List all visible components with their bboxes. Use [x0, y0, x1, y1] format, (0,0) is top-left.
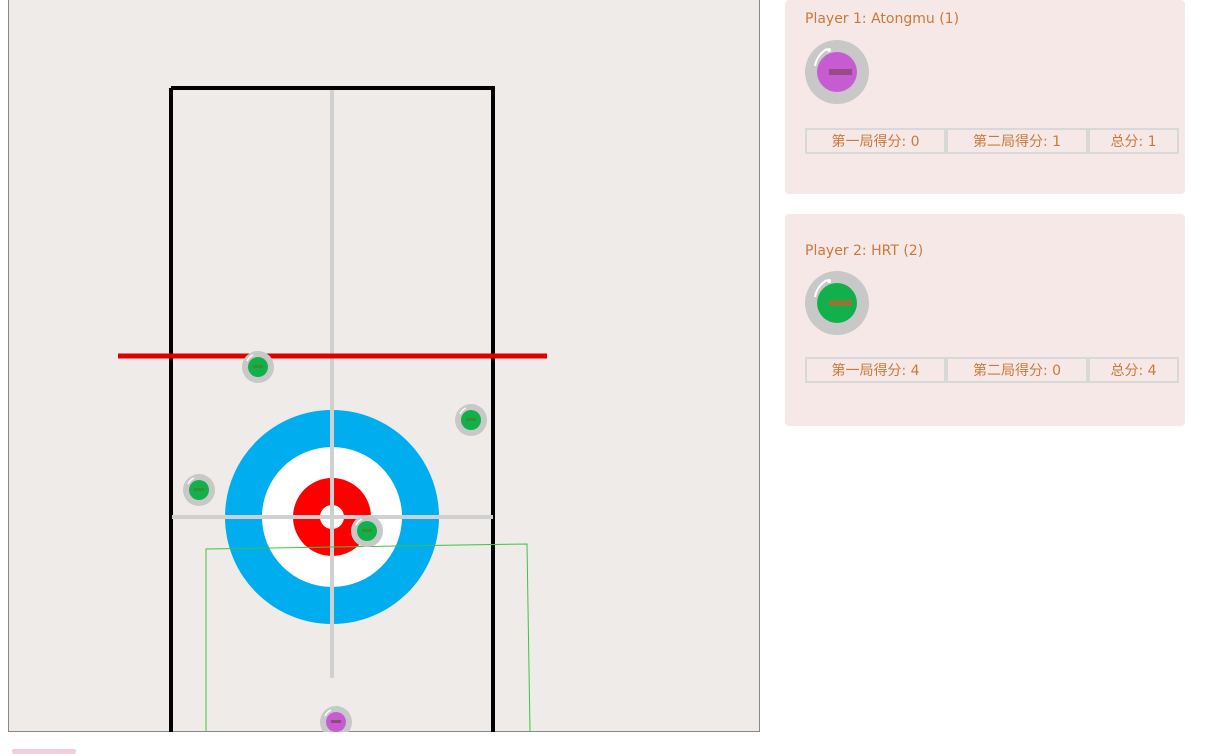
- curling-stone-green: [183, 474, 215, 506]
- round-2-score: 第二局得分: 0: [946, 357, 1088, 383]
- bottom-pink-tab[interactable]: [12, 749, 76, 754]
- player-2-scores: 第一局得分: 4 第二局得分: 0 总分: 4: [805, 357, 1179, 383]
- player-2-name: Player 2: HRT (2): [805, 243, 924, 259]
- curling-sheet[interactable]: [8, 0, 760, 732]
- round-1-score: 第一局得分: 0: [805, 128, 946, 154]
- total-score: 总分: 4: [1088, 357, 1179, 383]
- curling-stone-green-icon: [805, 271, 869, 335]
- total-score: 总分: 1: [1088, 128, 1179, 154]
- player-1-name: Player 1: Atongmu (1): [805, 11, 960, 27]
- curling-stone-purple: [320, 706, 352, 732]
- player-1-scores: 第一局得分: 0 第二局得分: 1 总分: 1: [805, 128, 1179, 154]
- round-2-score: 第二局得分: 1: [946, 128, 1088, 154]
- player-1-panel: Player 1: Atongmu (1) 第一局得分: 0 第二局得分: 1 …: [785, 0, 1185, 194]
- sheet-drawing: [118, 86, 547, 732]
- player-2-panel: Player 2: HRT (2) 第一局得分: 4 第二局得分: 0 总分: …: [785, 214, 1185, 426]
- curling-stone-green: [351, 515, 383, 547]
- round-1-score: 第一局得分: 4: [805, 357, 946, 383]
- curling-stone-purple-icon: [805, 40, 869, 104]
- curling-stone-green: [455, 404, 487, 436]
- curling-stone-green: [242, 351, 274, 383]
